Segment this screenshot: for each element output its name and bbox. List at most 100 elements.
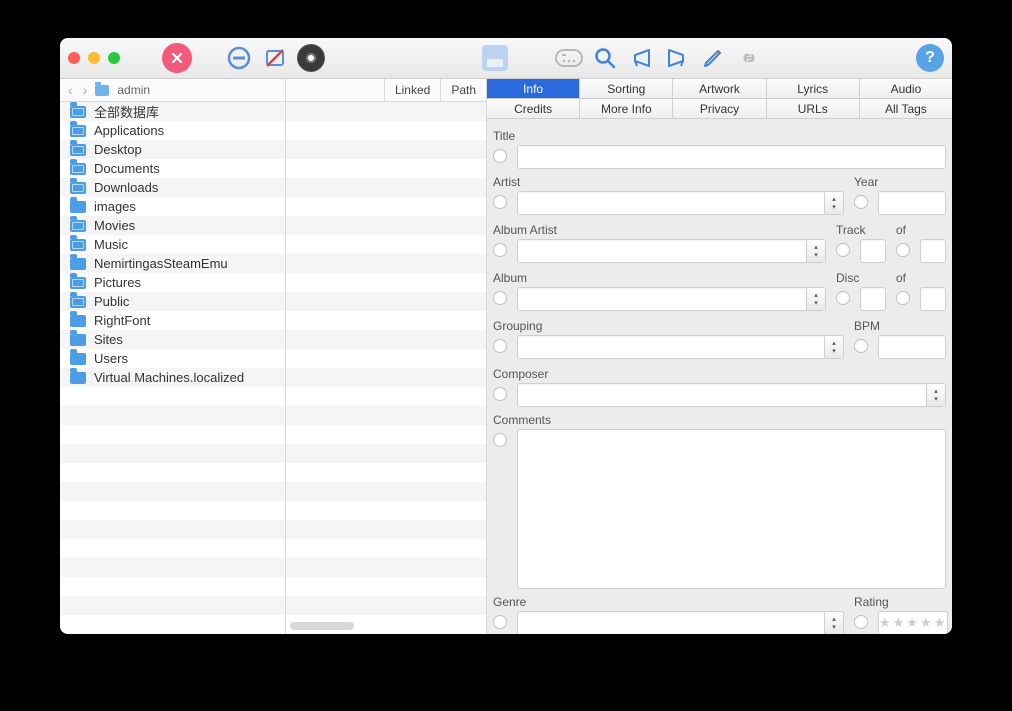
column-linked[interactable]: Linked bbox=[384, 79, 440, 101]
list-item[interactable] bbox=[60, 387, 285, 406]
link-icon[interactable] bbox=[734, 43, 764, 73]
tab-sorting[interactable]: Sorting bbox=[580, 79, 673, 98]
disc-of-input[interactable] bbox=[920, 287, 946, 311]
edit-icon[interactable] bbox=[698, 43, 728, 73]
status-dot[interactable] bbox=[854, 615, 868, 629]
chevron-updown-icon[interactable]: ▴▾ bbox=[806, 288, 825, 310]
search-icon[interactable] bbox=[590, 43, 620, 73]
grouping-combo[interactable]: ▴▾ bbox=[517, 335, 844, 359]
title-input[interactable] bbox=[517, 145, 946, 169]
status-dot[interactable] bbox=[493, 387, 507, 401]
folder-icon bbox=[70, 239, 86, 251]
list-item[interactable]: Desktop bbox=[60, 140, 285, 159]
list-item[interactable] bbox=[60, 444, 285, 463]
album-combo[interactable]: ▴▾ bbox=[517, 287, 826, 311]
eject-icon[interactable] bbox=[224, 43, 254, 73]
status-dot[interactable] bbox=[493, 291, 507, 305]
list-item[interactable] bbox=[60, 577, 285, 596]
list-item[interactable]: Documents bbox=[60, 159, 285, 178]
list-item[interactable] bbox=[60, 406, 285, 425]
list-item[interactable]: 全部数据库 bbox=[60, 102, 285, 121]
status-dot[interactable] bbox=[493, 615, 507, 629]
genre-combo[interactable]: ▴▾ bbox=[517, 611, 844, 634]
announce-left-icon[interactable] bbox=[626, 43, 656, 73]
tab-more-info[interactable]: More Info bbox=[580, 99, 673, 118]
tab-audio[interactable]: Audio bbox=[860, 79, 952, 98]
list-item[interactable]: Virtual Machines.localized bbox=[60, 368, 285, 387]
cancel-icon[interactable] bbox=[162, 43, 192, 73]
tab-credits[interactable]: Credits bbox=[487, 99, 580, 118]
tab-urls[interactable]: URLs bbox=[767, 99, 860, 118]
column-path[interactable]: Path bbox=[440, 79, 486, 101]
album-artist-combo[interactable]: ▴▾ bbox=[517, 239, 826, 263]
bpm-input[interactable] bbox=[878, 335, 946, 359]
list-item[interactable]: images bbox=[60, 197, 285, 216]
label-bpm: BPM bbox=[854, 319, 946, 333]
status-dot[interactable] bbox=[854, 339, 868, 353]
list-item[interactable]: Music bbox=[60, 235, 285, 254]
disc-input[interactable] bbox=[860, 287, 886, 311]
close-window-button[interactable] bbox=[68, 52, 80, 64]
zoom-window-button[interactable] bbox=[108, 52, 120, 64]
status-dot[interactable] bbox=[493, 243, 507, 257]
status-dot[interactable] bbox=[493, 195, 507, 209]
minimize-window-button[interactable] bbox=[88, 52, 100, 64]
list-item[interactable] bbox=[60, 501, 285, 520]
no-disc-icon[interactable] bbox=[260, 43, 290, 73]
list-item[interactable] bbox=[60, 482, 285, 501]
status-dot[interactable] bbox=[493, 149, 507, 163]
list-item[interactable]: NemirtingasSteamEmu bbox=[60, 254, 285, 273]
nav-forward-button[interactable]: › bbox=[81, 82, 90, 98]
year-input[interactable] bbox=[878, 191, 946, 215]
tab-all-tags[interactable]: All Tags bbox=[860, 99, 952, 118]
save-icon[interactable] bbox=[478, 41, 512, 75]
list-item[interactable] bbox=[60, 463, 285, 482]
disc-icon[interactable] bbox=[296, 43, 326, 73]
list-item[interactable]: Applications bbox=[60, 121, 285, 140]
status-dot[interactable] bbox=[493, 339, 507, 353]
list-item[interactable] bbox=[60, 520, 285, 539]
list-item[interactable] bbox=[60, 596, 285, 615]
horizontal-scrollbar[interactable] bbox=[290, 622, 354, 630]
chevron-updown-icon[interactable]: ▴▾ bbox=[926, 384, 945, 406]
list-item[interactable] bbox=[60, 425, 285, 444]
nav-back-button[interactable]: ‹ bbox=[66, 82, 75, 98]
chevron-updown-icon[interactable]: ▴▾ bbox=[824, 612, 843, 634]
list-item[interactable]: Movies bbox=[60, 216, 285, 235]
label-composer: Composer bbox=[493, 367, 946, 381]
list-item[interactable]: RightFont bbox=[60, 311, 285, 330]
status-dot[interactable] bbox=[896, 243, 910, 257]
list-item[interactable]: Downloads bbox=[60, 178, 285, 197]
composer-combo[interactable]: ▴▾ bbox=[517, 383, 946, 407]
folder-list[interactable]: 全部数据库ApplicationsDesktopDocumentsDownloa… bbox=[60, 102, 285, 634]
list-item[interactable] bbox=[60, 558, 285, 577]
list-item[interactable] bbox=[60, 539, 285, 558]
token-icon[interactable] bbox=[554, 43, 584, 73]
tab-privacy[interactable]: Privacy bbox=[673, 99, 766, 118]
tab-info[interactable]: Info bbox=[487, 79, 580, 98]
list-item[interactable]: Sites bbox=[60, 330, 285, 349]
status-dot[interactable] bbox=[896, 291, 910, 305]
chevron-updown-icon[interactable]: ▴▾ bbox=[824, 336, 843, 358]
track-of-input[interactable] bbox=[920, 239, 946, 263]
comments-textarea[interactable] bbox=[517, 429, 946, 589]
help-icon[interactable]: ? bbox=[916, 44, 944, 72]
file-list-body[interactable] bbox=[286, 102, 486, 634]
track-input[interactable] bbox=[860, 239, 886, 263]
status-dot[interactable] bbox=[854, 195, 868, 209]
status-dot[interactable] bbox=[836, 243, 850, 257]
tab-artwork[interactable]: Artwork bbox=[673, 79, 766, 98]
folder-icon bbox=[70, 296, 86, 308]
folder-icon bbox=[70, 353, 86, 365]
chevron-updown-icon[interactable]: ▴▾ bbox=[824, 192, 843, 214]
chevron-updown-icon[interactable]: ▴▾ bbox=[806, 240, 825, 262]
list-item[interactable]: Users bbox=[60, 349, 285, 368]
list-item[interactable]: Pictures bbox=[60, 273, 285, 292]
list-item[interactable]: Public bbox=[60, 292, 285, 311]
artist-combo[interactable]: ▴▾ bbox=[517, 191, 844, 215]
status-dot[interactable] bbox=[836, 291, 850, 305]
tab-lyrics[interactable]: Lyrics bbox=[767, 79, 860, 98]
announce-right-icon[interactable] bbox=[662, 43, 692, 73]
rating-stars[interactable]: ★★★★★ bbox=[878, 611, 948, 634]
status-dot[interactable] bbox=[493, 433, 507, 447]
